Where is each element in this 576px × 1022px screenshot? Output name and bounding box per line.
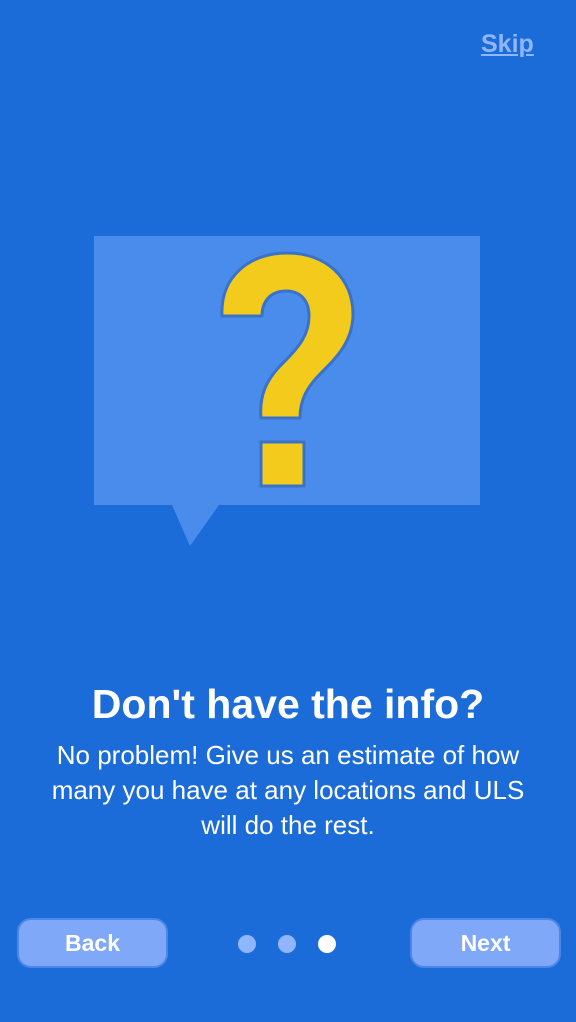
back-button[interactable]: Back	[17, 918, 168, 968]
page-dot-2[interactable]	[278, 935, 296, 953]
page-dot-1[interactable]	[238, 935, 256, 953]
skip-link[interactable]: Skip	[481, 30, 541, 59]
next-button[interactable]: Next	[410, 918, 561, 968]
page-dot-3-active[interactable]	[318, 935, 336, 953]
page-description: No problem! Give us an estimate of how m…	[51, 740, 525, 840]
question-mark-speech-bubble-icon	[94, 236, 480, 548]
question-mark-dot	[259, 440, 306, 488]
pagination-dots	[238, 935, 336, 953]
page-title: Don't have the info?	[91, 681, 485, 727]
